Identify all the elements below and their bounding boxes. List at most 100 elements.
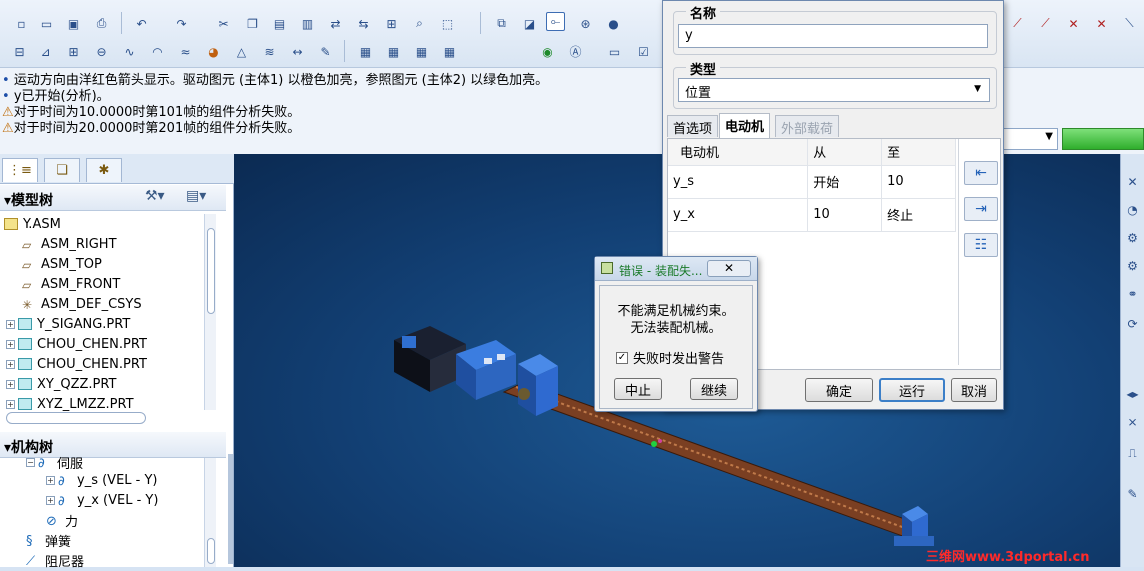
color-icon[interactable]: ◕ [204, 42, 223, 61]
cell-motor[interactable]: y_x [668, 198, 809, 232]
horizontal-scrollbar[interactable] [6, 412, 146, 424]
favorites-tab-icon[interactable]: ✱ [86, 158, 122, 182]
tree-item[interactable]: + CHOU_CHEN.PRT [0, 354, 206, 374]
expand-icon[interactable]: + [6, 359, 15, 369]
expand-icon[interactable]: + [6, 319, 15, 329]
paste-special-icon[interactable]: ▥ [298, 14, 317, 33]
paste-icon[interactable]: ▤ [270, 14, 289, 33]
tool-graph-icon[interactable]: ⎍ [1123, 444, 1142, 463]
ok-button[interactable]: 确定 [805, 378, 873, 402]
offset-icon[interactable]: ≋ [260, 42, 279, 61]
cell-to[interactable]: 终止 [881, 198, 956, 232]
regenerate-icon[interactable]: ⇄ [326, 14, 345, 33]
expand-icon[interactable]: + [46, 475, 55, 485]
view4-icon[interactable]: ▦ [440, 42, 459, 61]
annotation-icon[interactable]: Ⓐ [566, 42, 585, 61]
tree-tab-icon[interactable]: ⋮≡ [2, 158, 38, 182]
save-icon[interactable]: ▣ [64, 14, 83, 33]
tree-item[interactable]: ▱ ASM_FRONT [0, 274, 206, 294]
box-select-icon[interactable]: ⬚ [438, 14, 457, 33]
find-icon[interactable]: ⌕ [410, 14, 429, 33]
tree-item[interactable]: + ∂ y_x (VEL - Y) [0, 490, 206, 510]
table-row[interactable]: y_x 10 终止 [668, 198, 956, 232]
table-row[interactable]: y_s 开始 10 [668, 165, 956, 199]
tool-arrow-icon[interactable]: ◂▸ [1123, 384, 1142, 403]
tree-item[interactable]: ⊘ 力 [0, 510, 206, 530]
expand-icon[interactable]: + [46, 495, 55, 505]
section-icon[interactable]: ⊖ [92, 42, 111, 61]
show-icon[interactable]: ▤▾ [186, 188, 206, 204]
cancel-button[interactable]: 取消 [951, 378, 997, 402]
cell-from[interactable]: 10 [807, 198, 883, 232]
angle-icon[interactable]: ⊿ [36, 42, 55, 61]
window-icon[interactable]: ▭ [605, 42, 624, 61]
wave-icon[interactable]: ≈ [176, 42, 195, 61]
surface-icon[interactable]: ◠ [148, 42, 167, 61]
draft-icon[interactable]: △ [232, 42, 251, 61]
mech-tree-scrollbar[interactable] [204, 458, 216, 567]
model-tree-scrollbar[interactable] [204, 214, 216, 410]
tree-item[interactable]: − ∂ 伺服 [0, 454, 206, 472]
add-all-motors-icon[interactable]: ⇥ [964, 197, 998, 221]
tool-gear2-icon[interactable]: ⚙ [1123, 256, 1142, 275]
warn-on-fail-checkbox[interactable]: ✓ 失败时发出警告 [616, 348, 724, 367]
analysis2-icon[interactable]: ⟋ [1036, 14, 1055, 33]
tree-item[interactable]: + XYZ_LMZZ.PRT [0, 394, 206, 414]
open-folder-icon[interactable]: ▭ [37, 14, 56, 33]
globe-icon[interactable]: ◉ [538, 42, 557, 61]
measure-icon[interactable]: ⊟ [10, 42, 29, 61]
expand-icon[interactable]: + [6, 399, 15, 409]
continue-button[interactable]: 继续 [690, 378, 738, 400]
layers-icon[interactable]: ⧉ [492, 14, 511, 33]
tool-chart-icon[interactable]: ⨯ [1123, 412, 1142, 431]
run-button[interactable]: 运行 [879, 378, 945, 402]
regen-manager-icon[interactable]: ⇆ [354, 14, 373, 33]
servo-icon[interactable]: ⊛ [576, 14, 595, 33]
copy-icon[interactable]: ❐ [243, 14, 262, 33]
cell-to[interactable]: 10 [881, 165, 956, 199]
window-check-icon[interactable]: ☑ [634, 42, 653, 61]
tool-x-icon[interactable]: ✕ [1123, 172, 1142, 191]
collapse-icon[interactable]: − [26, 457, 35, 467]
sketch-icon[interactable]: ✎ [316, 42, 335, 61]
undo-icon[interactable]: ↶ [132, 14, 151, 33]
filter-dropdown[interactable]: ▼ [1000, 128, 1058, 150]
redo-icon[interactable]: ↷ [172, 14, 191, 33]
drive-icon[interactable]: ◪ [520, 14, 539, 33]
view1-icon[interactable]: ▦ [356, 42, 375, 61]
error-title-bar[interactable]: 错误 - 装配失... ✕ [595, 257, 757, 281]
tree-item[interactable]: ✳ ASM_DEF_CSYS [0, 294, 206, 314]
tab-motors[interactable]: 电动机 [719, 113, 771, 139]
analysis1-icon[interactable]: ⟋ [1008, 14, 1027, 33]
curve-icon[interactable]: ∿ [120, 42, 139, 61]
tool-eye-icon[interactable]: ◔ [1123, 200, 1142, 219]
cut-icon[interactable]: ✂ [214, 14, 233, 33]
select-filter-icon[interactable]: ⊞ [382, 14, 401, 33]
tool-gear-icon[interactable]: ⚙ [1123, 228, 1142, 247]
new-file-icon[interactable]: ▫ [12, 14, 31, 33]
type-select[interactable]: 位置 ▼ [678, 78, 990, 102]
abort-button[interactable]: 中止 [614, 378, 662, 400]
print-icon[interactable]: ⎙ [92, 14, 111, 33]
shading-icon[interactable]: ● [604, 14, 623, 33]
settings-icon[interactable]: ⚒▾ [145, 188, 165, 204]
tree-item[interactable]: + CHOU_CHEN.PRT [0, 334, 206, 354]
view3-icon[interactable]: ▦ [412, 42, 431, 61]
tool-link-icon[interactable]: ⚭ [1123, 284, 1142, 303]
tree-item[interactable]: + Y_SIGANG.PRT [0, 314, 206, 334]
tab-preferences[interactable]: 首选项 [667, 115, 719, 137]
tree-item[interactable]: § 弹簧 [0, 530, 206, 550]
dimension-icon[interactable]: ↔ [288, 42, 307, 61]
view2-icon[interactable]: ▦ [384, 42, 403, 61]
delete-motor-icon[interactable]: ☷ [964, 233, 998, 257]
expand-icon[interactable]: + [6, 339, 15, 349]
expand-icon[interactable]: + [6, 379, 15, 389]
analysis4-icon[interactable]: ✕ [1092, 14, 1111, 33]
checkbox-checked-icon[interactable]: ✓ [616, 351, 628, 364]
tree-item[interactable]: ⟋ 阻尼器 [0, 550, 206, 570]
layers-tab-icon[interactable]: ❏ [44, 158, 80, 182]
model-tree-header[interactable]: ▾模型树 ⚒▾ ▤▾ [0, 185, 226, 211]
tree-item[interactable]: + XY_QZZ.PRT [0, 374, 206, 394]
close-icon[interactable]: ✕ [707, 260, 751, 277]
tree-item[interactable]: ▱ ASM_TOP [0, 254, 206, 274]
